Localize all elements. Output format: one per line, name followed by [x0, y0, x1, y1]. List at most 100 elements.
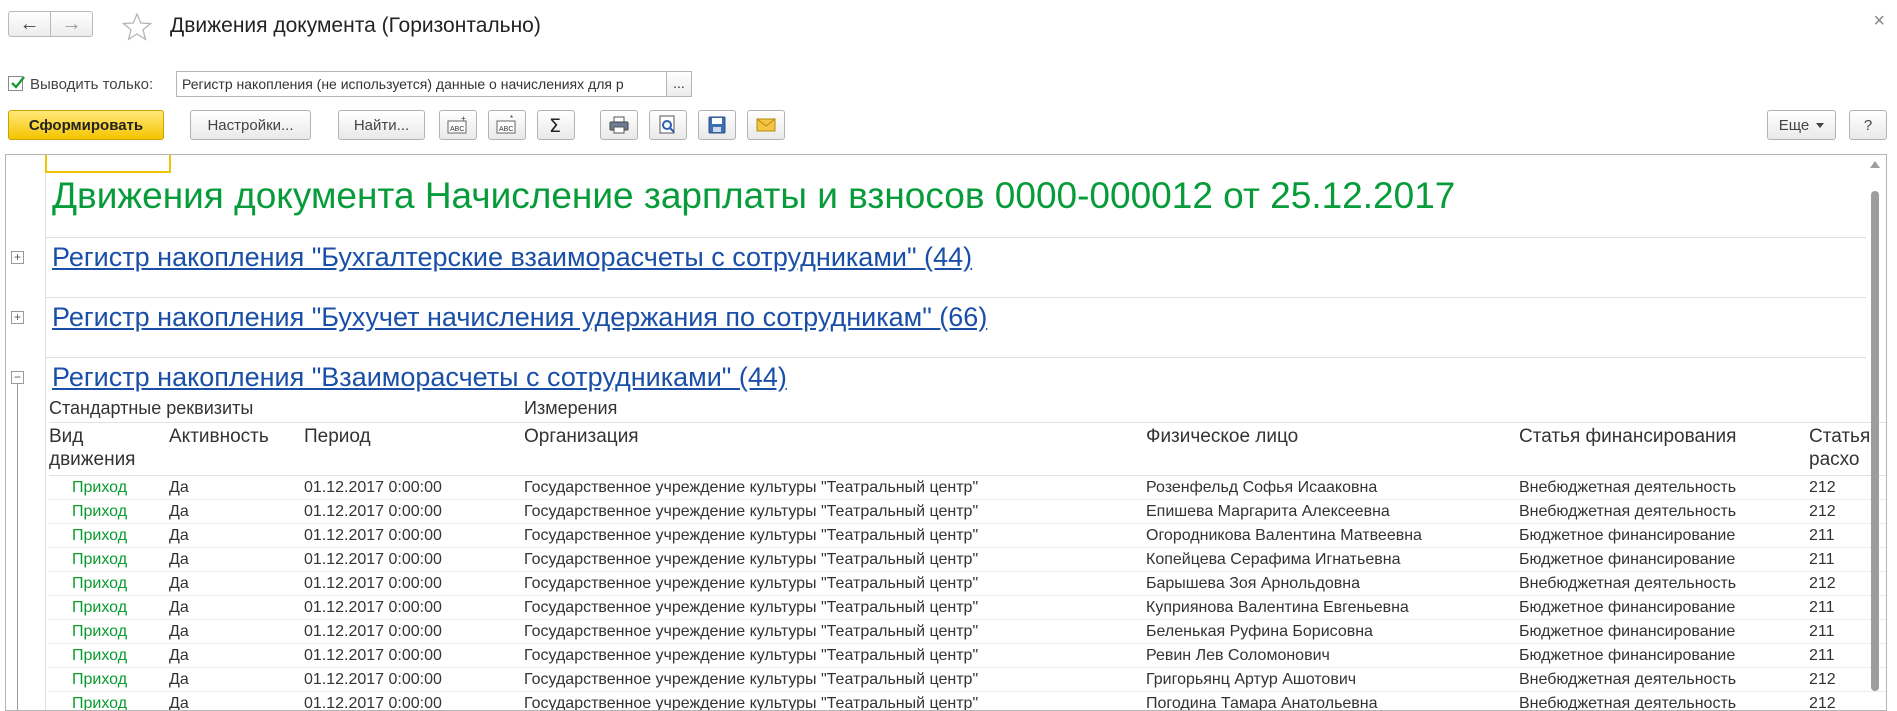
more-menu-button[interactable]: Еще: [1767, 110, 1836, 140]
table-cell: Приход: [72, 503, 128, 520]
table-cell: 01.12.2017 0:00:00: [304, 647, 442, 664]
table-cell: Приход: [72, 479, 128, 496]
table-cell: Приход: [72, 575, 128, 592]
table-row[interactable]: Приход Да 01.12.2017 0:00:00 Государственно…: [49, 476, 1886, 500]
table-row[interactable]: Приход Да 01.12.2017 0:00:00 Государственно…: [49, 596, 1886, 620]
table-cell: Да: [169, 623, 189, 640]
table-cell: Да: [169, 695, 189, 711]
column-header: Активность: [169, 426, 269, 447]
table-cell: Государственное учреждение культуры "Теа…: [524, 599, 979, 616]
expand-all-button[interactable]: ABC +: [439, 110, 477, 140]
select-register-button[interactable]: ...: [666, 71, 692, 97]
svg-text:ABC: ABC: [450, 126, 464, 133]
save-icon: [708, 116, 726, 134]
table-cell: Бюджетное финансирование: [1519, 599, 1736, 616]
table-cell: 01.12.2017 0:00:00: [304, 503, 442, 520]
column-header: Физическое лицо: [1146, 426, 1299, 447]
settings-button[interactable]: Настройки...: [190, 110, 311, 140]
back-button[interactable]: ←: [8, 11, 51, 37]
mail-icon: [756, 118, 776, 132]
table-cell: Да: [169, 551, 189, 568]
svg-text:Σ: Σ: [549, 115, 561, 135]
register-link-accounting-settlements[interactable]: Регистр накопления "Бухгалтерские взаимо…: [52, 242, 972, 273]
table-cell: Государственное учреждение культуры "Теа…: [524, 575, 979, 592]
table-cell: Беленькая Руфина Борисовна: [1146, 623, 1373, 640]
svg-text:+: +: [461, 115, 466, 123]
table-cell: Бюджетное финансирование: [1519, 551, 1736, 568]
table-cell: Епишева Маргарита Алексеевна: [1146, 503, 1390, 520]
report-spreadsheet[interactable]: Движения документа Начисление зарплаты и…: [5, 154, 1887, 711]
table-cell: Внебюджетная деятельность: [1519, 575, 1737, 592]
table-cell: Да: [169, 599, 189, 616]
output-only-checkbox[interactable]: [8, 76, 25, 91]
table-cell: 01.12.2017 0:00:00: [304, 527, 442, 544]
sum-icon: Σ: [549, 115, 561, 135]
scroll-up-icon[interactable]: [1870, 161, 1880, 168]
table-cell: 01.12.2017 0:00:00: [304, 599, 442, 616]
table-row[interactable]: Приход Да 01.12.2017 0:00:00 Государственно…: [49, 692, 1886, 711]
chevron-down-icon: [1816, 122, 1825, 128]
table-cell: 01.12.2017 0:00:00: [304, 695, 442, 711]
row-divider: [46, 357, 1866, 358]
table-cell: 01.12.2017 0:00:00: [304, 671, 442, 688]
print-button[interactable]: [600, 110, 638, 140]
save-button[interactable]: [698, 110, 736, 140]
table-row[interactable]: Приход Да 01.12.2017 0:00:00 Государственно…: [49, 524, 1886, 548]
arrow-right-icon: →: [61, 12, 82, 35]
svg-text:ABC: ABC: [499, 126, 513, 133]
table-cell: Государственное учреждение культуры "Теа…: [524, 551, 979, 568]
vertical-scrollbar[interactable]: [1870, 161, 1880, 701]
report-title: Движения документа Начисление зарплаты и…: [52, 175, 1456, 216]
register-link-employee-settlements[interactable]: Регистр накопления "Взаиморасчеты с сотр…: [52, 362, 787, 393]
collapse-abc-icon: ABC *: [496, 115, 516, 134]
table-cell: Приход: [72, 695, 128, 711]
register-link-accruals-deductions[interactable]: Регистр накопления "Бухучет начисления у…: [52, 302, 987, 333]
expand-toggle-icon[interactable]: +: [11, 251, 24, 264]
table-cell: Государственное учреждение культуры "Теа…: [524, 623, 979, 640]
favorite-star-icon[interactable]: [121, 12, 153, 42]
output-only-input[interactable]: Регистр накопления (не используется) дан…: [176, 71, 667, 97]
send-mail-button[interactable]: [747, 110, 785, 140]
group-header-dimensions: Измерения: [524, 398, 618, 418]
table-cell: 01.12.2017 0:00:00: [304, 551, 442, 568]
expand-toggle-icon[interactable]: +: [11, 311, 24, 324]
more-menu-label: Еще: [1778, 116, 1810, 134]
svg-text:*: *: [510, 115, 513, 123]
table-row[interactable]: Приход Да 01.12.2017 0:00:00 Государственно…: [49, 644, 1886, 668]
table-cell: Да: [169, 671, 189, 688]
find-button[interactable]: Найти...: [338, 110, 425, 140]
table-row[interactable]: Приход Да 01.12.2017 0:00:00 Государственно…: [49, 620, 1886, 644]
table-cell: Да: [169, 527, 189, 544]
scrollbar-thumb[interactable]: [1871, 191, 1879, 691]
table-cell: Бюджетное финансирование: [1519, 527, 1736, 544]
help-button[interactable]: ?: [1849, 110, 1887, 140]
table-row[interactable]: Приход Да 01.12.2017 0:00:00 Государственно…: [49, 572, 1886, 596]
expand-abc-icon: ABC +: [447, 115, 467, 134]
table-cell: Да: [169, 575, 189, 592]
table-cell: Да: [169, 479, 189, 496]
collapse-toggle-icon[interactable]: −: [11, 371, 24, 384]
checkmark-icon: [11, 76, 25, 89]
table-cell: Приход: [72, 671, 128, 688]
table-column-header: Вид движения Активность Период Организац…: [49, 423, 1886, 476]
forward-button[interactable]: →: [50, 11, 93, 37]
generate-button[interactable]: Сформировать: [8, 110, 164, 140]
sum-button[interactable]: Σ: [537, 110, 575, 140]
table-cell: Государственное учреждение культуры "Теа…: [524, 671, 979, 688]
table-row[interactable]: Приход Да 01.12.2017 0:00:00 Государственно…: [49, 668, 1886, 692]
collapse-all-button[interactable]: ABC *: [488, 110, 526, 140]
group-header-standard: Стандартные реквизиты: [49, 398, 254, 418]
table-cell: Государственное учреждение культуры "Теа…: [524, 527, 979, 544]
table-row[interactable]: Приход Да 01.12.2017 0:00:00 Государственно…: [49, 500, 1886, 524]
table-cell: Государственное учреждение культуры "Теа…: [524, 647, 979, 664]
table-row[interactable]: Приход Да 01.12.2017 0:00:00 Государственно…: [49, 548, 1886, 572]
grid-line: [45, 155, 46, 710]
table-cell: Да: [169, 647, 189, 664]
column-header: Статья финансирования: [1519, 426, 1737, 447]
table-cell: Внебюджетная деятельность: [1519, 503, 1737, 520]
selected-cell[interactable]: [45, 155, 171, 173]
arrow-left-icon: ←: [19, 12, 40, 35]
output-only-label: Выводить только:: [30, 76, 154, 93]
preview-button[interactable]: [649, 110, 687, 140]
close-icon[interactable]: ×: [1873, 10, 1885, 33]
